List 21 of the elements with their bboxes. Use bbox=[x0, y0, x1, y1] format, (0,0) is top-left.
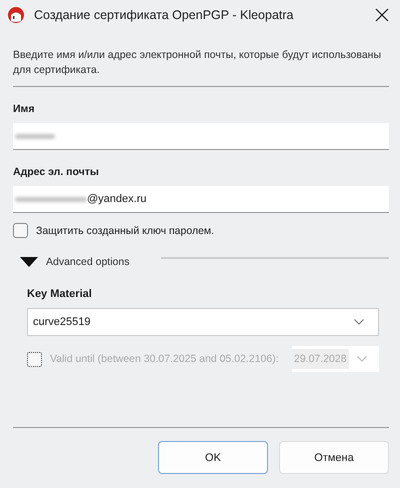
date-value: 29.07.2028 bbox=[292, 349, 349, 369]
chevron-down-icon bbox=[354, 319, 364, 325]
chevron-down-icon bbox=[357, 356, 367, 362]
field-label: Адрес эл. почты bbox=[13, 166, 100, 178]
field-value: @yandex.ru bbox=[87, 193, 146, 205]
email-field[interactable]: @yandex.ru bbox=[13, 186, 389, 213]
checkbox-label: Valid until (between 30.07.2025 and 05.02.2106): bbox=[50, 353, 280, 365]
checkbox[interactable] bbox=[13, 223, 28, 238]
app-logo-icon bbox=[7, 6, 25, 24]
field-label: Имя bbox=[13, 103, 36, 115]
name-field[interactable] bbox=[13, 123, 389, 150]
key-material-dropdown[interactable]: curve25519 bbox=[27, 308, 379, 336]
section-toggle[interactable]: Advanced options bbox=[46, 256, 130, 268]
collapse-triangle-icon[interactable] bbox=[20, 257, 38, 267]
cancel-button[interactable]: Отмена bbox=[279, 441, 389, 474]
window-title: Создание сертификата OpenPGP - Kleopatra bbox=[34, 8, 295, 22]
checkbox-label: Защитить созданный ключ паролем. bbox=[36, 224, 214, 236]
instruction-text: Введите имя и/или адрес электронной почты, которые будут использованы для сертификата. bbox=[13, 48, 382, 78]
ok-button[interactable]: OK bbox=[158, 441, 268, 474]
dropdown-value: curve25519 bbox=[33, 316, 90, 328]
field-label: Key Material bbox=[27, 288, 93, 300]
